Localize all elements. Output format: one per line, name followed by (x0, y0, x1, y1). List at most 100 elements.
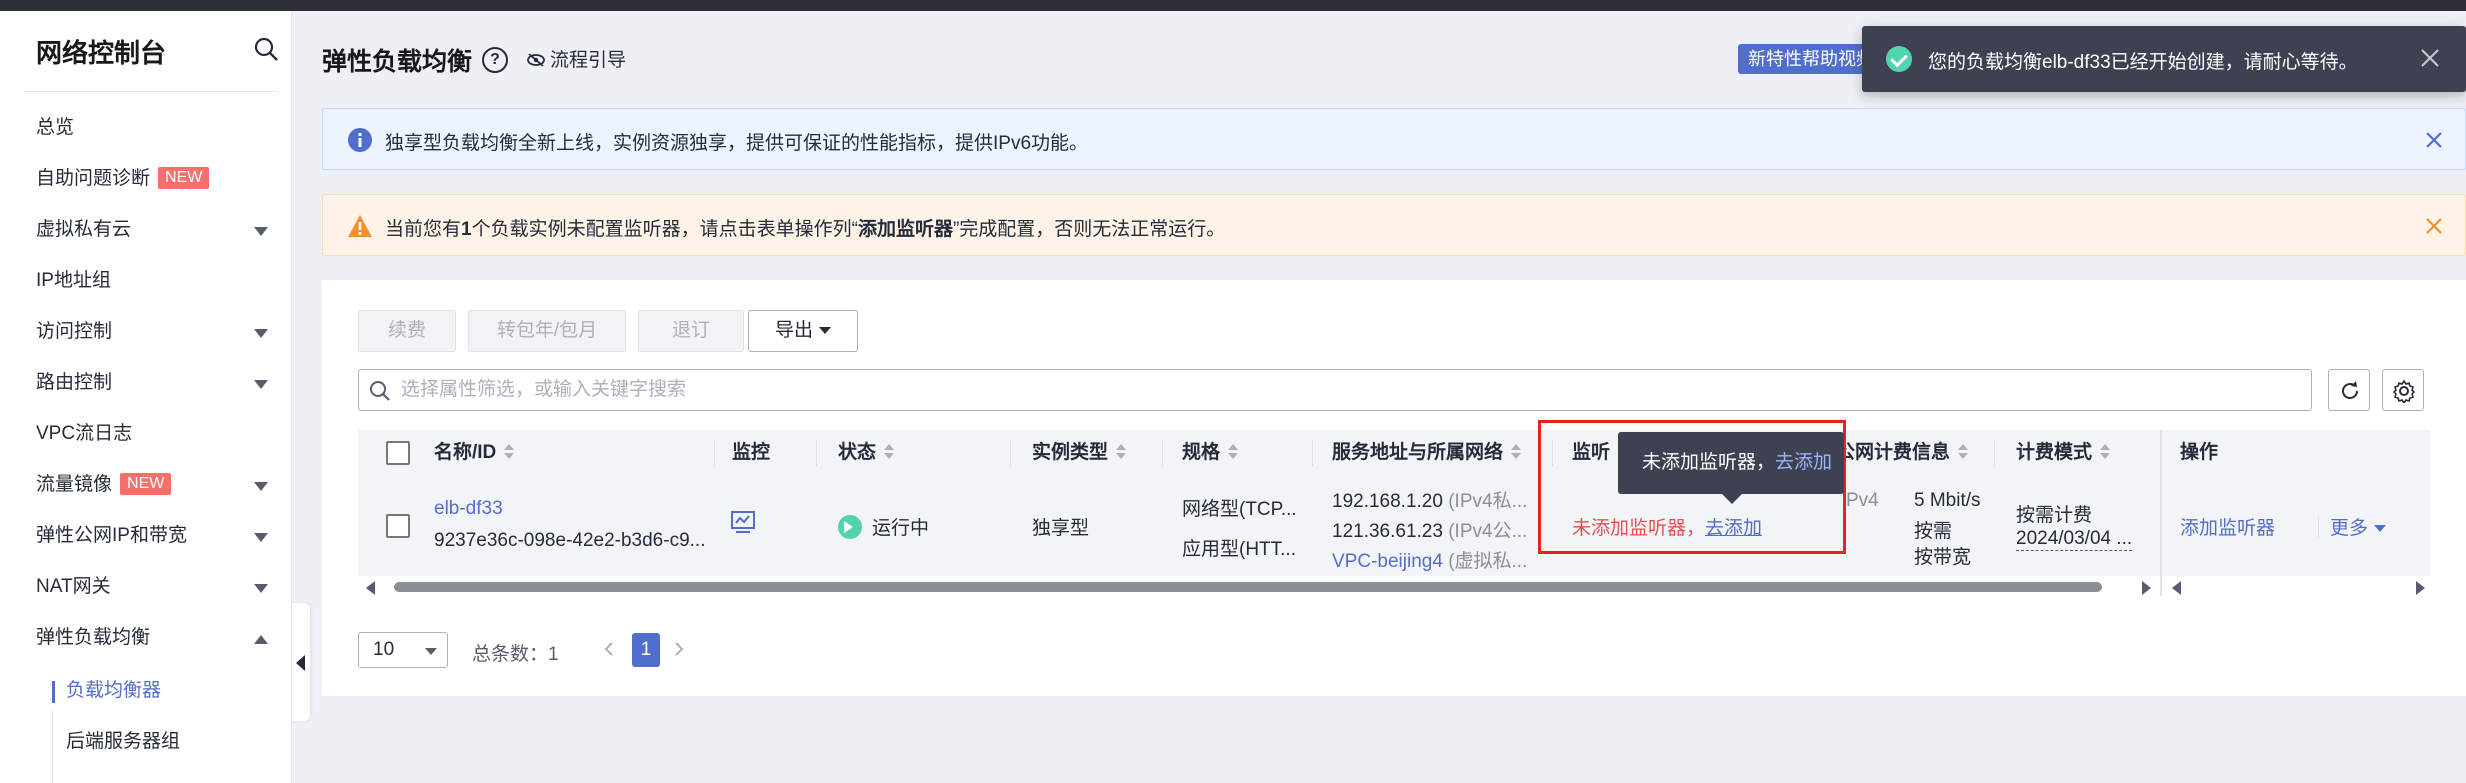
success-check-icon (1886, 46, 1912, 72)
page-title: 弹性负载均衡 (322, 48, 473, 76)
to-yearly-button[interactable]: 转包年/包月 (468, 310, 626, 352)
select-all-checkbox[interactable] (386, 441, 410, 465)
sidebar-item-backend-groups[interactable]: 后端服务器组 (66, 726, 306, 758)
refresh-icon (2342, 381, 2358, 399)
sidebar-item-flow-log[interactable]: VPC流日志 (36, 418, 276, 450)
sidebar-item-label: 访问控制 (36, 321, 113, 342)
sidebar-item-label: 自助问题诊断 (36, 168, 151, 189)
guide-link[interactable]: 流程引导 (526, 45, 626, 72)
column-divider (1162, 440, 1163, 466)
scroll-right-icon[interactable] (2416, 581, 2425, 595)
sidebar-collapse-button[interactable] (292, 603, 310, 721)
info-alert-text: 独享型负载均衡全新上线，实例资源独享，提供可保证的性能指标，提供IPv6功能。 (385, 133, 1089, 154)
vpc-tag: (虚拟私... (1448, 551, 1528, 572)
page-size-select[interactable]: 10 (358, 632, 448, 668)
billing-mode: 按需计费 (2016, 505, 2093, 526)
frozen-column-divider (2160, 430, 2162, 596)
col-billing-mode[interactable]: 计费模式 (2016, 430, 2111, 476)
sidebar-item-route-control[interactable]: 路由控制 (36, 367, 276, 399)
frozen-scrollbar[interactable] (2164, 576, 2434, 596)
top-bar (0, 0, 2466, 11)
sidebar-item-elb[interactable]: 弹性负载均衡 (36, 622, 276, 654)
more-menu-button[interactable]: 更多 (2330, 513, 2387, 540)
scrollbar-thumb[interactable] (394, 582, 2102, 592)
sub-menu-line (52, 711, 53, 783)
instance-name-link[interactable]: elb-df33 (434, 498, 503, 520)
col-spec[interactable]: 规格 (1182, 430, 1239, 476)
column-divider (1010, 440, 1011, 466)
new-badge: NEW (158, 167, 210, 189)
col-address[interactable]: 服务地址与所属网络 (1332, 430, 1522, 476)
public-ip: 121.36.61.23 (IPv4公... (1332, 516, 1527, 543)
sidebar-item-label: 弹性公网IP和带宽 (36, 525, 187, 546)
sidebar-item-traffic-mirror[interactable]: 流量镜像 NEW (36, 469, 276, 501)
sidebar-title: 网络控制台 (36, 38, 167, 68)
toast-message: 您的负载均衡elb-df33已经开始创建，请耐心等待。 (1928, 52, 2358, 73)
instance-table: 名称/ID 监控 状态 实例类型 规格 服务地址与所属网络 监听器 公网计费信息… (358, 430, 2430, 600)
sidebar-item-eip[interactable]: 弹性公网IP和带宽 (36, 520, 276, 552)
col-eip-billing[interactable]: 公网计费信息 (1836, 430, 1969, 476)
scroll-left-icon[interactable] (2172, 581, 2181, 595)
new-badge: NEW (120, 473, 172, 495)
table-header: 名称/ID 监控 状态 实例类型 规格 服务地址与所属网络 监听器 公网计费信息… (358, 430, 2430, 476)
vpc-cell: VPC-beijing4 (虚拟私... (1332, 546, 1527, 573)
settings-button[interactable] (2382, 369, 2424, 411)
col-label: 计费模式 (2016, 442, 2093, 463)
add-listener-button[interactable]: 添加监听器 (2180, 513, 2275, 540)
column-divider (1994, 440, 1995, 466)
chevron-right-icon[interactable] (672, 642, 686, 656)
tooltip-add-link[interactable]: 去添加 (1775, 452, 1832, 473)
sidebar-item-diagnosis[interactable]: 自助问题诊断 NEW (36, 163, 276, 195)
unsubscribe-button[interactable]: 退订 (638, 310, 744, 352)
renew-button[interactable]: 续费 (358, 310, 456, 352)
export-button[interactable]: 导出 (748, 310, 858, 352)
close-icon[interactable] (2423, 129, 2445, 151)
help-icon[interactable]: ? (482, 47, 508, 73)
export-label: 导出 (774, 320, 813, 341)
sidebar-item-load-balancers[interactable]: 负载均衡器 (66, 675, 306, 707)
more-label: 更多 (2330, 518, 2369, 539)
sidebar-item-access-control[interactable]: 访问控制 (36, 316, 276, 348)
col-type[interactable]: 实例类型 (1032, 430, 1127, 476)
search-input[interactable] (401, 370, 2301, 410)
row-checkbox[interactable] (386, 514, 410, 538)
warn-prefix: 当前您有 (385, 219, 462, 240)
col-status[interactable]: 状态 (838, 430, 895, 476)
search-icon[interactable] (252, 35, 280, 63)
instance-id: 9237e36c-098e-42e2-b3d6-c9... (434, 530, 706, 551)
status-label: 运行中 (872, 518, 930, 539)
horizontal-scrollbar[interactable] (358, 576, 2158, 596)
toast-notification: 您的负载均衡elb-df33已经开始创建，请耐心等待。 (1862, 26, 2466, 92)
caret-down-icon (2374, 525, 2387, 532)
bill-type: 按需 (1914, 521, 1953, 542)
active-indicator (52, 681, 55, 703)
sidebar-item-label: 总览 (36, 117, 75, 138)
chevron-left-icon[interactable] (602, 642, 616, 656)
sidebar-item-nat[interactable]: NAT网关 (36, 571, 276, 603)
col-label: 状态 (838, 442, 877, 463)
sidebar-item-ip-group[interactable]: IP地址组 (36, 265, 276, 297)
col-name[interactable]: 名称/ID (434, 430, 515, 476)
scroll-left-icon[interactable] (366, 581, 375, 595)
monitor-chart-icon[interactable] (730, 510, 756, 534)
tooltip-arrow (1722, 494, 1742, 504)
vpc-link[interactable]: VPC-beijing4 (1332, 551, 1443, 572)
chevron-down-icon (254, 482, 268, 491)
sidebar-item-vpc[interactable]: 虚拟私有云 (36, 214, 276, 246)
page-1-button[interactable]: 1 (632, 633, 660, 667)
warning-alert: 当前您有1个负载实例未配置监听器，请点击表单操作列“添加监听器”完成配置，否则无… (322, 194, 2466, 256)
close-icon[interactable] (2416, 44, 2444, 72)
info-icon (348, 128, 372, 152)
chevron-down-icon (254, 380, 268, 389)
sidebar-item-overview[interactable]: 总览 (36, 112, 276, 144)
sidebar: 网络控制台 总览 自助问题诊断 NEW 虚拟私有云 IP地址组 访问控制 路由控制… (0, 11, 292, 783)
new-feature-button[interactable]: 新特性帮助视频 (1738, 44, 1868, 74)
scroll-right-icon[interactable] (2142, 581, 2151, 595)
sidebar-item-label: 流量镜像 (36, 474, 113, 495)
col-label: 服务地址与所属网络 (1332, 442, 1504, 463)
refresh-button[interactable] (2328, 369, 2370, 411)
search-bar[interactable] (358, 369, 2312, 411)
bandwidth: 5 Mbit/s (1914, 490, 1981, 511)
sort-icon (1116, 444, 1127, 460)
close-icon[interactable] (2423, 215, 2445, 237)
